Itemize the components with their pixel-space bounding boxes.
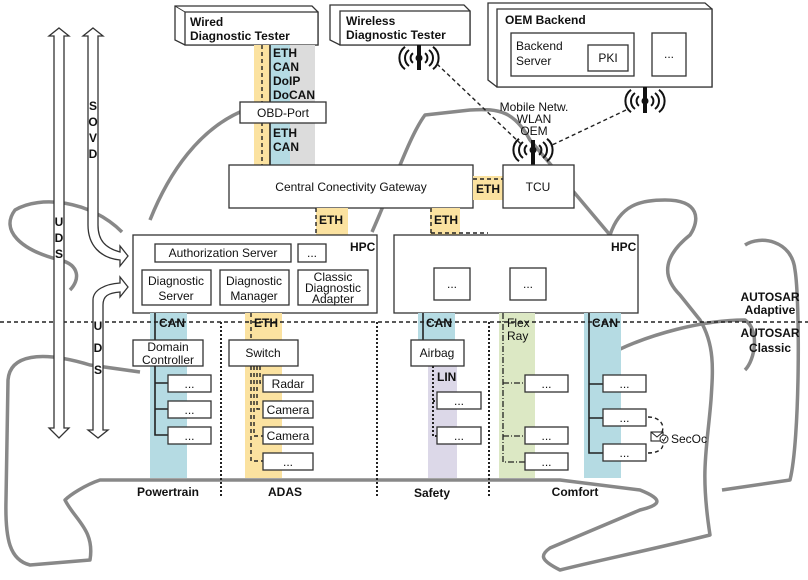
automotive-diagnostic-architecture-diagram: Wired Diagnostic Tester Wireless Diagnos… [0, 0, 808, 580]
powertrain-can-label: CAN [159, 316, 185, 330]
flexray-ecu-label: ... [541, 429, 551, 443]
eth-tcu-label: ETH [476, 182, 500, 196]
adas-ecu-label: Camera [267, 429, 310, 443]
sovd-s: S [89, 99, 97, 113]
hpc-right-more-1: ... [447, 277, 457, 291]
flexray-ecu-label: ... [541, 377, 551, 391]
airbag-label: Airbag [420, 346, 455, 360]
car-rear-fin [721, 238, 801, 492]
autosar-classic-1: AUTOSAR [740, 326, 799, 340]
uds-label: U D S [55, 215, 64, 261]
car-rear-line [617, 318, 757, 372]
powertrain-ecu-label: ... [184, 377, 194, 391]
eth-hpc-right-label: ETH [434, 213, 458, 227]
powertrain-ecu-label: ... [184, 403, 194, 417]
domain-controller-label-1: Domain [147, 340, 188, 354]
powertrain-ecu-label: ... [184, 429, 194, 443]
uds2-d: D [94, 341, 103, 355]
switch-label: Switch [245, 346, 280, 360]
sovd-o: O [88, 115, 97, 129]
authorization-server-label: Authorization Server [169, 246, 278, 260]
autosar-adaptive-2: Adaptive [745, 303, 796, 317]
obd-can-label: CAN [273, 60, 299, 74]
diag-server-label-2: Server [158, 289, 193, 303]
hpc-right-more-2: ... [523, 277, 533, 291]
comfort-can-ecu-label: ... [619, 446, 629, 460]
secoc-envelope-icon [650, 431, 669, 444]
safety-ecu-label: ... [454, 429, 464, 443]
autosar-adaptive-1: AUTOSAR [740, 290, 799, 304]
hpc-left-more-label: ... [307, 246, 317, 260]
backend-server-label-1: Backend [516, 39, 563, 53]
wireless-link-backend [549, 109, 627, 147]
comfort-can-label: CAN [592, 316, 618, 330]
cda-label-3: Adapter [312, 292, 354, 306]
eth-hpc-left-label: ETH [319, 213, 343, 227]
antenna-icon [398, 45, 440, 70]
secoc-label: SecOc [671, 432, 707, 446]
wired-tester-label-1: Wired [190, 15, 223, 29]
comfort-can-ecu-label: ... [619, 411, 629, 425]
adas-ecu-label: Camera [267, 403, 310, 417]
adas-ecu-label: Radar [272, 377, 305, 391]
backend-more-label: ... [664, 47, 674, 61]
oem-label: OEM [520, 124, 547, 138]
uds-d: D [55, 231, 64, 245]
uds-lower-label: U D S [94, 319, 103, 377]
sovd-d: D [89, 147, 98, 161]
comfort-can-ecu-label: ... [619, 377, 629, 391]
uds-u: U [55, 215, 64, 229]
uds2-s: S [94, 363, 102, 377]
wired-diagnostic-tester: Wired Diagnostic Tester [174, 5, 319, 46]
uds-s: S [55, 247, 63, 261]
uds2-u: U [94, 319, 103, 333]
flexray-label-1: Flex [507, 316, 530, 330]
wireless-tester-label-2: Diagnostic Tester [346, 28, 446, 42]
adas-ecu-label: ... [283, 455, 293, 469]
backend-server-label-2: Server [516, 54, 551, 68]
domain-controller-label-2: Controller [142, 353, 194, 367]
oem-backend-title: OEM Backend [505, 13, 586, 27]
wireless-tester-label-1: Wireless [346, 14, 396, 28]
sovd-v: V [89, 131, 97, 145]
adas-eth-label: ETH [254, 316, 278, 330]
obd-port-label: OBD-Port [257, 106, 310, 120]
gateway-label: Central Conectivity Gateway [275, 180, 426, 194]
safety-label: Safety [414, 486, 450, 500]
uds-lower-arrow [86, 275, 129, 439]
lin-label: LIN [437, 370, 456, 384]
obd-eth-label: ETH [273, 46, 297, 60]
pki-label: PKI [598, 51, 617, 65]
wired-tester-label-2: Diagnostic Tester [190, 29, 290, 43]
adas-label: ADAS [268, 485, 302, 499]
powertrain-label: Powertrain [137, 485, 199, 499]
tcu-label: TCU [526, 180, 551, 194]
flexray-label-2: Ray [507, 329, 528, 343]
flexray-ecu-label: ... [541, 455, 551, 469]
wireless-diagnostic-tester: Wireless Diagnostic Tester [329, 4, 471, 46]
safety-can-label: CAN [426, 316, 452, 330]
obd-docan-label: DoCAN [273, 88, 315, 102]
obd-lower-can: CAN [273, 140, 299, 154]
obd-lower-eth: ETH [273, 126, 297, 140]
safety-ecu-label: ... [454, 394, 464, 408]
oem-backend: OEM Backend Backend Server PKI ... [487, 2, 713, 88]
hpc-right-label: HPC [611, 240, 637, 254]
diag-server-label-1: Diagnostic [148, 274, 204, 288]
comfort-label: Comfort [552, 485, 599, 499]
diag-manager-label-2: Manager [230, 289, 277, 303]
diag-manager-label-1: Diagnostic [226, 274, 282, 288]
autosar-classic-2: Classic [749, 341, 791, 355]
hpc-left-label: HPC [350, 240, 376, 254]
antenna-icon [624, 87, 666, 113]
obd-doip-label: DoIP [273, 74, 300, 88]
diagram-canvas: Wired Diagnostic Tester Wireless Diagnos… [0, 2, 808, 572]
